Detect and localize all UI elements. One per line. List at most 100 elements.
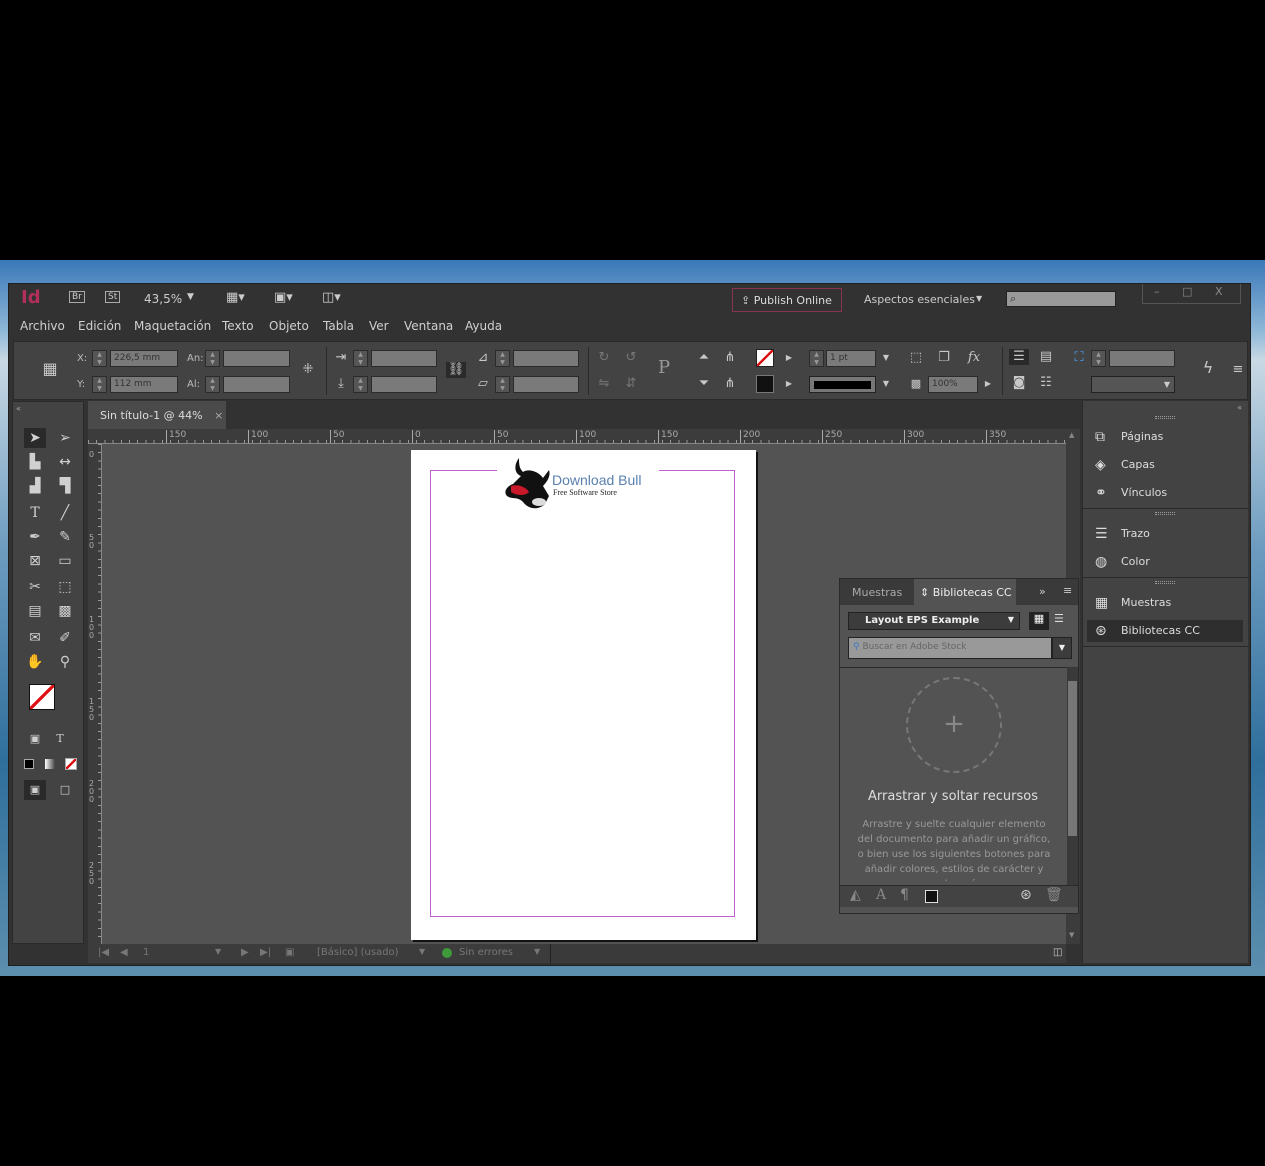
opacity-menu-arrow[interactable]: ▶ [978,376,998,392]
scissors-tool-icon[interactable]: ✂ [24,577,46,597]
line-tool-icon[interactable]: ╱ [54,503,76,523]
menu-ventana[interactable]: Ventana [404,319,453,333]
first-page-icon[interactable]: |◀ [98,947,109,958]
flip-horizontal-icon[interactable]: ⇋ [594,376,614,392]
pen-tool-icon[interactable]: ✒ [24,527,46,547]
dock-item-muestras[interactable]: ▦ Muestras [1087,592,1243,614]
page-tool-icon[interactable]: ▙ [24,452,46,472]
menu-ayuda[interactable]: Ayuda [465,319,502,333]
apply-color-icon[interactable] [24,759,34,769]
open-page-icon[interactable]: ▣ [285,947,294,958]
scale-y-field[interactable] [371,376,437,393]
creative-cloud-icon[interactable]: ⊛ [1020,887,1032,903]
bridge-button[interactable]: Br [69,291,85,303]
width-field[interactable] [223,350,290,367]
page-number-field[interactable]: 1 [143,947,149,958]
menu-maquetacion[interactable]: Maquetación [134,319,211,333]
menu-tabla[interactable]: Tabla [323,319,354,333]
screen-mode-icon[interactable]: □ [54,780,76,800]
dock-item-bibliotecas-cc[interactable]: ⊛ Bibliotecas CC [1087,620,1243,642]
hand-tool-icon[interactable]: ✋ [24,652,46,672]
scroll-down-icon[interactable]: ▼ [1069,931,1074,939]
adobe-stock-search[interactable]: ⚲ Buscar en Adobe Stock [848,637,1052,659]
object-style-field[interactable] [1109,350,1175,367]
flip-vertical-icon[interactable]: ⇵ [621,376,641,392]
arrange-documents-icon[interactable]: ◫▾ [322,290,341,305]
text-wrap-jump-icon[interactable]: ☷ [1036,375,1056,391]
stroke-swatch[interactable] [756,375,774,393]
text-wrap-shape-icon[interactable]: ◙ [1009,375,1029,391]
stroke-type-select[interactable] [809,376,876,393]
dock-item-trazo[interactable]: ☰ Trazo [1087,523,1243,545]
stroke-menu-arrow[interactable]: ▶ [779,376,799,392]
scale-x-stepper[interactable]: ▲ ▼ [353,350,368,367]
master-style-label[interactable]: [Básico] (usado) [317,947,399,958]
dock-item-paginas[interactable]: ⧉ Páginas [1087,426,1243,448]
document-tab[interactable]: Sin título-1 @ 44% × [88,401,226,429]
object-style-select[interactable]: ▼ [1091,376,1175,393]
height-stepper[interactable]: ▲ ▼ [205,376,220,393]
minimize-button[interactable]: – [1154,285,1160,298]
constrain-proportions-icon[interactable]: ⁜ [298,362,318,378]
fill-menu-arrow[interactable]: ▶ [779,350,799,366]
dock-item-vinculos[interactable]: ⚭ Vínculos [1087,482,1243,504]
panel-menu-icon[interactable]: ≡ [1228,362,1248,378]
select-next-icon[interactable]: ⋔ [720,376,740,392]
stroke-weight-stepper[interactable]: ▲ ▼ [809,350,824,367]
rectangle-frame-tool-icon[interactable]: ⊠ [24,551,46,571]
formatting-text-icon[interactable]: T [49,729,71,749]
stroke-weight-field[interactable]: 1 pt [826,350,876,367]
maximize-button[interactable]: □ [1182,285,1192,298]
y-stepper[interactable]: ▲ ▼ [92,376,107,393]
text-wrap-bounding-icon[interactable]: ▤ [1036,349,1056,365]
tab-bibliotecas-cc[interactable]: ⇕ Bibliotecas CC [914,579,1016,605]
chevron-down-icon[interactable]: ▼ [1052,637,1072,659]
selection-tool-icon[interactable]: ➤ [24,428,46,448]
horizontal-ruler[interactable]: 150 100 50 0 50 100 150 200 250 300 350 [88,429,1066,444]
opacity-field[interactable]: 100% [928,376,978,393]
publish-online-button[interactable]: ⇪ Publish Online [732,288,842,312]
add-graphic-icon[interactable]: ◭ [850,887,861,903]
collapse-icon[interactable]: « [1237,403,1242,412]
rotate-cw-icon[interactable]: ↻ [594,350,614,366]
chevron-down-icon[interactable]: ▼ [876,376,896,392]
panel-scrollbar[interactable] [1067,667,1078,885]
content-placer-icon[interactable]: ▜ [54,476,76,496]
rotate-ccw-icon[interactable]: ↺ [621,350,641,366]
stepper[interactable]: ▲ ▼ [1091,350,1106,367]
height-field[interactable] [223,376,290,393]
rectangle-tool-icon[interactable]: ▭ [54,551,76,571]
direct-selection-tool-icon[interactable]: ➢ [54,428,76,448]
content-collector-icon[interactable]: ▟ [24,476,46,496]
effects-icon[interactable]: fx [964,350,984,366]
stock-button[interactable]: St [105,291,121,303]
tab-muestras[interactable]: Muestras [852,586,902,599]
shear-stepper[interactable]: ▲ ▼ [495,376,510,393]
pencil-tool-icon[interactable]: ✎ [54,527,76,547]
formatting-container-icon[interactable]: ▣ [24,729,46,749]
fill-color-swatch[interactable] [29,684,55,710]
expand-panel-icon[interactable]: » [1039,585,1046,598]
menu-ver[interactable]: Ver [369,319,389,333]
chevron-down-icon[interactable]: ▼ [187,292,194,302]
search-input[interactable]: ⌕ [1006,291,1116,307]
horizontal-scrollbar[interactable] [550,944,1050,963]
link-icon[interactable]: ⛓ [446,362,466,378]
type-tool-icon[interactable]: T [24,503,46,523]
dock-item-capas[interactable]: ◈ Capas [1087,454,1243,476]
workspace-switcher[interactable]: Aspectos esenciales [864,293,975,306]
select-previous-icon[interactable]: ⋔ [720,350,740,366]
gradient-feather-tool-icon[interactable]: ▩ [54,601,76,621]
text-wrap-none-icon[interactable]: ☰ [1009,349,1029,365]
drop-shadow-icon[interactable]: ❐ [934,350,954,366]
apply-none-icon[interactable] [65,758,77,770]
zoom-level[interactable]: 43,5% [144,292,182,306]
split-view-icon[interactable]: ◫ [1053,947,1062,958]
add-color-icon[interactable] [925,890,938,903]
trash-icon[interactable]: 🗑 [1045,887,1063,903]
list-view-icon[interactable]: ☰ [1054,612,1064,625]
x-stepper[interactable]: ▲ ▼ [92,350,107,367]
chevron-down-icon[interactable]: ▼ [215,947,221,956]
select-container-icon[interactable]: ⏶ [694,350,714,366]
chevron-down-icon[interactable]: ▼ [419,947,425,956]
